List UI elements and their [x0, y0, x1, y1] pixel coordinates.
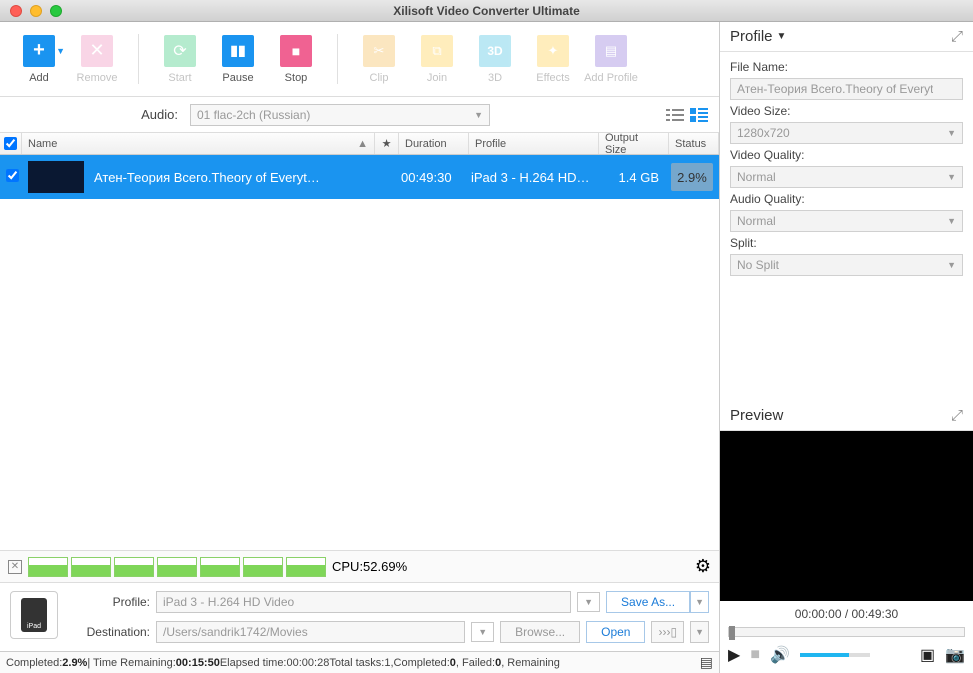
crop-icon[interactable]: ▣: [920, 645, 935, 665]
save-as-dropdown[interactable]: ▼: [690, 591, 709, 613]
col-name[interactable]: Name▲: [22, 133, 375, 154]
audioqual-label: Audio Quality:: [730, 192, 963, 206]
device-icon: iPad: [10, 591, 58, 639]
audioqual-select[interactable]: Normal▼: [730, 210, 963, 232]
col-status[interactable]: Status: [669, 133, 719, 154]
remove-button[interactable]: ✕ Remove: [68, 24, 126, 94]
preview-time: 00:00:00 / 00:49:30: [720, 601, 973, 627]
toolbar: + ▼ Add ✕ Remove ⟳ Start ▮▮ Paus: [0, 22, 719, 97]
col-duration[interactable]: Duration: [399, 133, 469, 154]
pause-button[interactable]: ▮▮ Pause: [209, 24, 267, 94]
row-size: 1.4 GB: [595, 170, 665, 185]
expand-icon[interactable]: ⤢: [951, 407, 963, 424]
videosize-select[interactable]: 1280x720▼: [730, 122, 963, 144]
add-button[interactable]: + ▼ Add: [10, 24, 68, 94]
table-row[interactable]: Атен-Теория Всего.Theory of Everyt… 00:4…: [0, 155, 719, 199]
save-as-button[interactable]: Save As...: [606, 591, 690, 613]
row-status: 2.9%: [671, 163, 713, 191]
effects-button[interactable]: ✦ Effects: [524, 24, 582, 94]
stop-preview-icon[interactable]: ■: [750, 646, 760, 664]
volume-icon[interactable]: 🔊: [770, 645, 790, 665]
volume-slider[interactable]: [800, 653, 870, 657]
split-label: Split:: [730, 236, 963, 250]
cpu-label: CPU:52.69%: [332, 559, 407, 574]
list-view-icon[interactable]: [665, 107, 685, 123]
col-profile[interactable]: Profile: [469, 133, 599, 154]
join-button[interactable]: ⧉ Join: [408, 24, 466, 94]
skip-dropdown[interactable]: ▼: [690, 621, 709, 643]
row-duration: 00:49:30: [395, 170, 465, 185]
destination-label: Destination:: [70, 625, 150, 639]
row-name: Атен-Теория Всего.Theory of Everyt…: [94, 170, 320, 185]
refresh-icon: ⟳: [164, 35, 196, 67]
row-checkbox[interactable]: [6, 169, 19, 182]
cpu-close-button[interactable]: ✕: [8, 560, 22, 574]
row-profile: iPad 3 - H.264 HD…: [465, 170, 595, 185]
filename-field[interactable]: Атен-Теория Всего.Theory of Everyt: [730, 78, 963, 100]
cpu-graphs: [28, 557, 326, 577]
split-select[interactable]: No Split▼: [730, 254, 963, 276]
chevron-down-icon: ▼: [474, 110, 483, 120]
videoqual-label: Video Quality:: [730, 148, 963, 162]
destination-field[interactable]: /Users/sandrik1742/Movies: [156, 621, 465, 643]
browse-button[interactable]: Browse...: [500, 621, 580, 643]
join-icon: ⧉: [421, 35, 453, 67]
start-button[interactable]: ⟳ Start: [151, 24, 209, 94]
audio-select[interactable]: 01 flac-2ch (Russian) ▼: [190, 104, 490, 126]
scissors-icon: ✂: [363, 35, 395, 67]
3d-button[interactable]: 3D 3D: [466, 24, 524, 94]
play-icon[interactable]: ▶: [728, 645, 740, 665]
videoqual-select[interactable]: Normal▼: [730, 166, 963, 188]
chevron-down-icon[interactable]: ▼: [577, 592, 600, 612]
document-icon: ▤: [595, 35, 627, 67]
videosize-label: Video Size:: [730, 104, 963, 118]
clip-button[interactable]: ✂ Clip: [350, 24, 408, 94]
stop-button[interactable]: ■ Stop: [267, 24, 325, 94]
3d-icon: 3D: [479, 35, 511, 67]
select-all-checkbox[interactable]: [4, 137, 17, 150]
plus-icon: + ▼: [23, 35, 55, 67]
skip-button[interactable]: ›››▯: [651, 621, 684, 643]
profile-field-label: Profile:: [70, 595, 150, 609]
window-title: Xilisoft Video Converter Ultimate: [0, 4, 973, 18]
profile-select[interactable]: iPad 3 - H.264 HD Video: [156, 591, 571, 613]
titlebar: Xilisoft Video Converter Ultimate: [0, 0, 973, 22]
profile-panel-header: Profile▼ ⤢: [720, 22, 973, 52]
filename-label: File Name:: [730, 60, 963, 74]
preview-video: [720, 431, 973, 601]
x-icon: ✕: [81, 35, 113, 67]
snapshot-icon[interactable]: 📷: [945, 645, 965, 665]
log-icon[interactable]: ▤: [700, 654, 713, 671]
status-bar: Completed: 2.9% | Time Remaining: 00:15:…: [0, 651, 719, 673]
pause-icon: ▮▮: [222, 35, 254, 67]
chevron-down-icon[interactable]: ▼: [471, 622, 494, 642]
audio-label: Audio:: [10, 107, 190, 122]
preview-scrubber[interactable]: [728, 627, 965, 637]
gear-icon[interactable]: ⚙: [695, 556, 711, 577]
list-header: Name▲ ★ Duration Profile Output Size Sta…: [0, 133, 719, 155]
open-button[interactable]: Open: [586, 621, 645, 643]
add-profile-button[interactable]: ▤ Add Profile: [582, 24, 640, 94]
wand-icon: ✦: [537, 35, 569, 67]
col-output-size[interactable]: Output Size: [599, 133, 669, 154]
expand-icon[interactable]: ⤢: [951, 28, 963, 45]
grid-view-icon[interactable]: [689, 107, 709, 123]
thumbnail: [28, 161, 84, 193]
stop-icon: ■: [280, 35, 312, 67]
col-star[interactable]: ★: [375, 133, 399, 154]
list-body: Атен-Теория Всего.Theory of Everyt… 00:4…: [0, 155, 719, 550]
preview-panel-header: Preview ⤢: [720, 401, 973, 431]
